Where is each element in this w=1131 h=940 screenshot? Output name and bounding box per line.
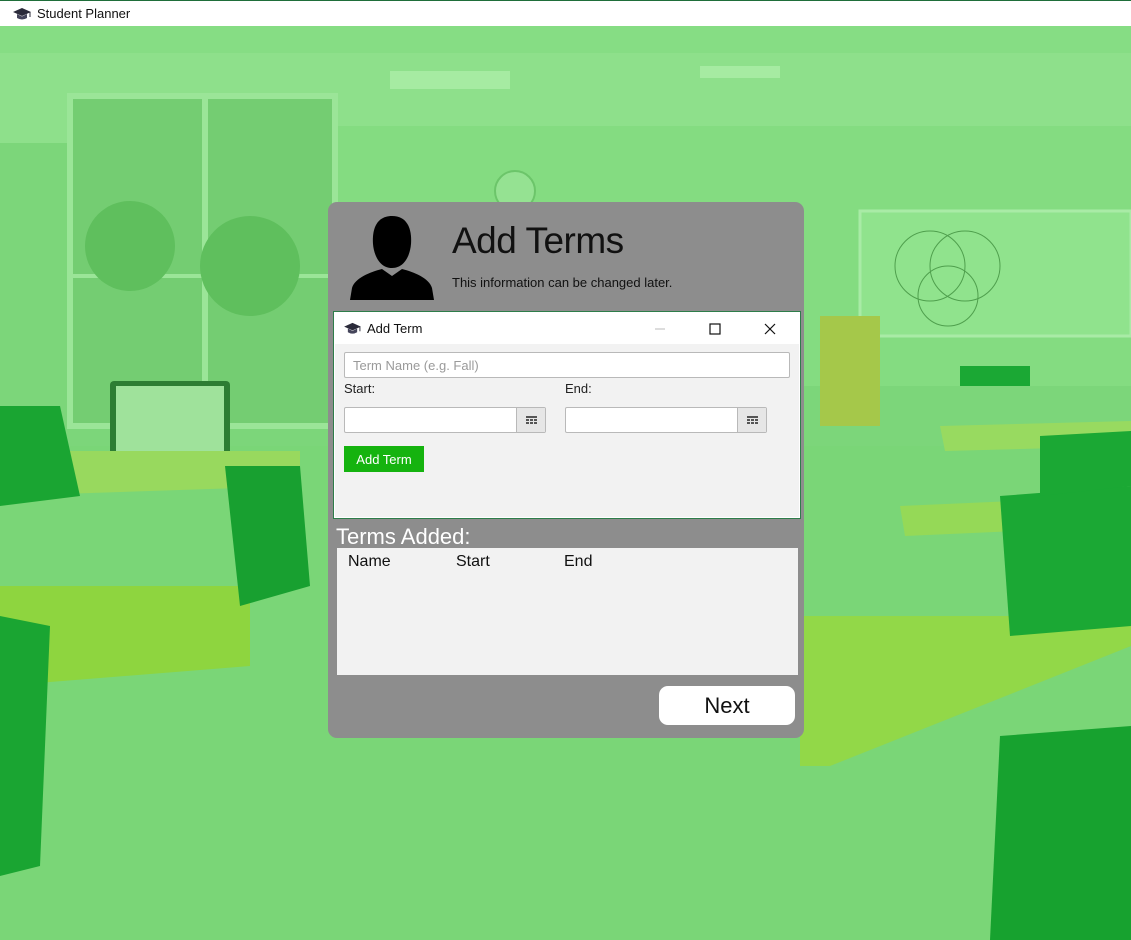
term-name-input[interactable] xyxy=(344,352,790,378)
close-icon xyxy=(764,323,776,334)
end-calendar-button[interactable] xyxy=(737,408,766,432)
calendar-icon xyxy=(525,415,537,424)
maximize-button[interactable] xyxy=(690,313,740,344)
graduation-cap-icon xyxy=(344,322,361,334)
dialog-title: Add Term xyxy=(367,321,423,336)
start-label: Start: xyxy=(344,381,376,396)
user-silhouette-icon xyxy=(350,216,434,300)
minimize-icon xyxy=(655,328,665,329)
minimize-button[interactable] xyxy=(635,313,685,344)
calendar-icon xyxy=(746,415,758,424)
add-term-button[interactable]: Add Term xyxy=(344,446,424,472)
maximize-icon xyxy=(709,322,721,335)
add-terms-panel: Add Terms This information can be change… xyxy=(328,202,804,738)
app-titlebar: Student Planner xyxy=(0,0,1131,26)
app-title: Student Planner xyxy=(37,6,131,21)
column-header-start[interactable]: Start xyxy=(456,553,490,571)
terms-table[interactable]: Name Start End xyxy=(337,548,798,675)
page-subtitle: This information can be changed later. xyxy=(452,275,673,290)
start-date-picker xyxy=(344,407,546,433)
end-label: End: xyxy=(565,381,592,396)
page-title: Add Terms xyxy=(452,220,624,261)
column-header-name[interactable]: Name xyxy=(348,553,391,571)
graduation-cap-icon xyxy=(13,7,31,19)
end-date-input[interactable] xyxy=(566,408,738,432)
close-button[interactable] xyxy=(745,313,795,344)
dialog-titlebar[interactable]: Add Term xyxy=(335,313,799,344)
column-header-end[interactable]: End xyxy=(564,553,592,571)
add-term-dialog: Add Term Start: End: xyxy=(333,311,801,519)
start-date-input[interactable] xyxy=(345,408,517,432)
next-button[interactable]: Next xyxy=(659,686,795,725)
terms-added-heading: Terms Added: xyxy=(336,524,471,549)
start-calendar-button[interactable] xyxy=(516,408,545,432)
end-date-picker xyxy=(565,407,767,433)
